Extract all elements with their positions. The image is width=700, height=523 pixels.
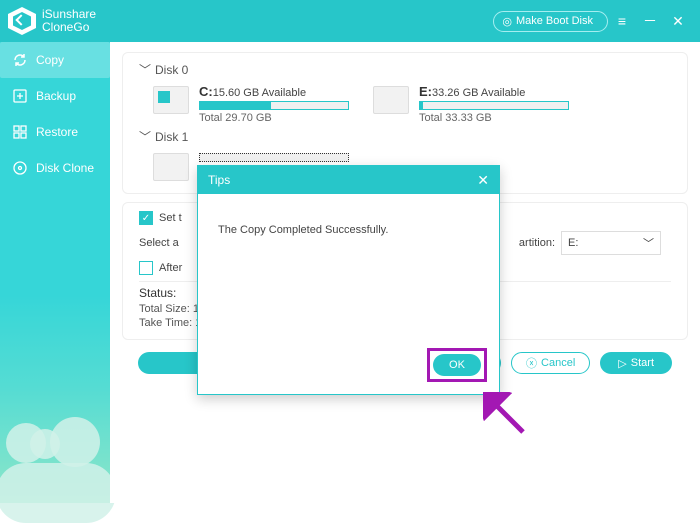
app-logo: iSunshare CloneGo <box>8 7 96 35</box>
refresh-icon <box>12 52 28 68</box>
sidebar-item-disk-clone[interactable]: Disk Clone <box>0 150 110 186</box>
dialog-title: Tips <box>208 173 230 187</box>
disk-header-1[interactable]: ﹀ Disk 1 <box>139 128 671 145</box>
dialog-message: The Copy Completed Successfully. <box>198 194 499 266</box>
drive-icon <box>373 86 409 114</box>
chevron-down-icon: ﹀ <box>139 61 151 78</box>
minimize-button[interactable]: － <box>636 7 664 35</box>
start-button[interactable]: ▷ Start <box>600 352 672 374</box>
sidebar-item-restore[interactable]: Restore <box>0 114 110 150</box>
set-checkbox[interactable]: ✓ <box>139 211 153 225</box>
sidebar: Copy Backup Restore Disk Clone <box>0 42 110 503</box>
sidebar-item-backup[interactable]: Backup <box>0 78 110 114</box>
after-label: After <box>159 262 182 274</box>
sidebar-item-label: Restore <box>36 125 78 139</box>
partition-e[interactable]: E:33.26 GB Available Total 33.33 GB <box>373 84 569 124</box>
plus-box-icon <box>12 88 28 104</box>
decorative-clouds <box>0 413 110 503</box>
chevron-down-icon: ﹀ <box>643 235 654 251</box>
app-brand: iSunshare CloneGo <box>42 8 96 34</box>
menu-button[interactable]: ≡ <box>608 7 636 35</box>
dialog-titlebar: Tips ✕ <box>198 166 499 194</box>
select-label: Select a <box>139 237 179 249</box>
logo-icon <box>8 7 36 35</box>
partition-c[interactable]: C:15.60 GB Available Total 29.70 GB <box>153 84 349 124</box>
disk-header-0[interactable]: ﹀ Disk 0 <box>139 61 671 78</box>
grid-icon <box>12 124 28 140</box>
sidebar-item-label: Backup <box>36 89 76 103</box>
make-boot-disk-button[interactable]: ◎ Make Boot Disk <box>493 11 608 32</box>
drive-icon <box>153 153 189 181</box>
partition-select[interactable]: E: ﹀ <box>561 231 661 255</box>
play-circle-icon: ▷ <box>618 357 626 370</box>
dialog-ok-button[interactable]: OK <box>433 354 481 376</box>
sidebar-item-label: Copy <box>36 53 64 67</box>
disk-icon <box>12 160 28 176</box>
after-checkbox[interactable] <box>139 261 153 275</box>
disc-icon: ◎ <box>502 15 512 28</box>
chevron-down-icon: ﹀ <box>139 128 151 145</box>
partition-label: artition: <box>519 237 555 249</box>
cancel-button[interactable]: ⓧ Cancel <box>511 352 590 374</box>
set-label: Set t <box>159 212 182 224</box>
x-circle-icon: ⓧ <box>526 355 537 371</box>
tips-dialog: Tips ✕ The Copy Completed Successfully. … <box>197 165 500 395</box>
dialog-close-button[interactable]: ✕ <box>477 172 489 189</box>
sidebar-item-label: Disk Clone <box>36 161 94 175</box>
close-button[interactable]: ✕ <box>664 7 692 35</box>
windows-drive-icon <box>153 86 189 114</box>
sidebar-item-copy[interactable]: Copy <box>0 42 110 78</box>
title-bar: iSunshare CloneGo ◎ Make Boot Disk ≡ － ✕ <box>0 0 700 42</box>
